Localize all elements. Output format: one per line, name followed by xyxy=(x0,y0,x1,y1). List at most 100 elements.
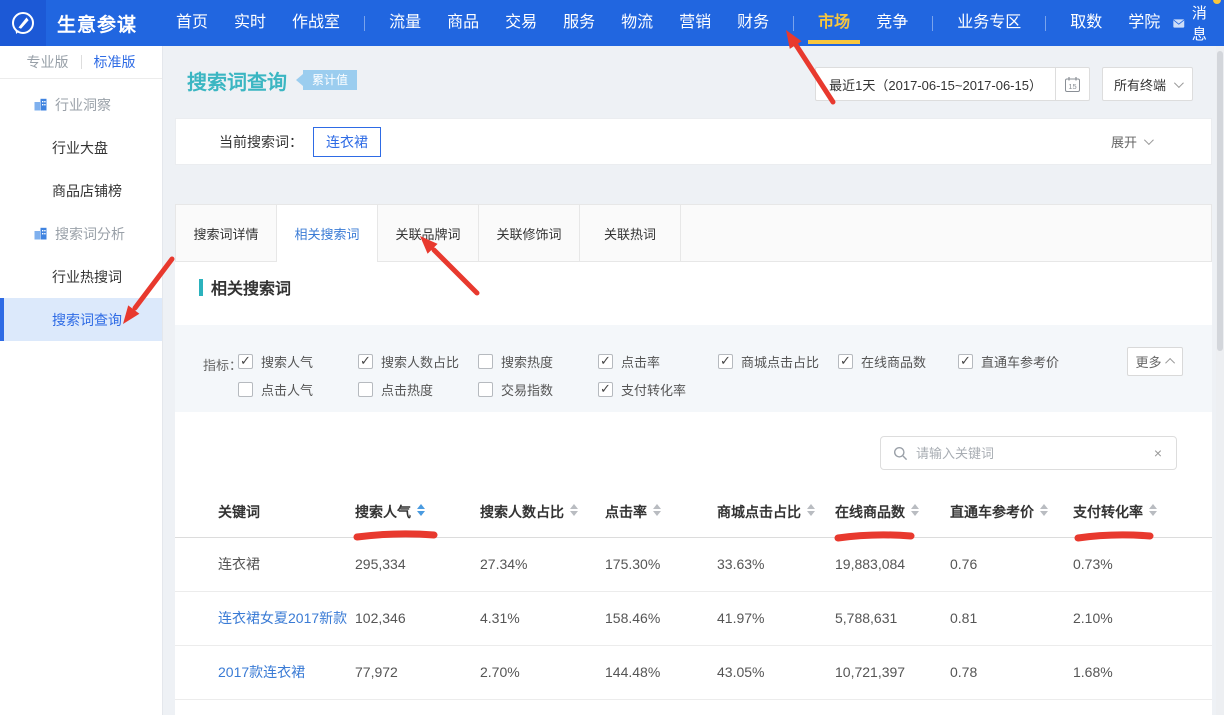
checkbox-checked[interactable] xyxy=(718,354,733,369)
col-header-online-products: 在线商品数 xyxy=(835,488,950,537)
sidebar-item-product-shop-rank[interactable]: 商品店铺榜 xyxy=(0,169,162,212)
sidebar-section-search-analysis: 搜索词分析 xyxy=(0,212,162,255)
section-header: 相关搜索词 xyxy=(199,275,291,299)
nav-item-trade[interactable]: 交易 xyxy=(492,0,550,46)
checkbox-unchecked[interactable] xyxy=(238,382,253,397)
nav-item-marketing[interactable]: 营销 xyxy=(666,0,724,46)
scrollbar-thumb[interactable] xyxy=(1217,51,1223,351)
nav-item-logistics[interactable]: 物流 xyxy=(608,0,666,46)
checkbox-checked[interactable] xyxy=(838,354,853,369)
top-navbar: 生意参谋 首页 实时 作战室 流量 商品 交易 服务 物流 营销 财务 市场 竞… xyxy=(0,0,1224,46)
nav-item-academy[interactable]: 学院 xyxy=(1115,0,1173,46)
nav-item-realtime[interactable]: 实时 xyxy=(221,0,279,46)
sort-icon[interactable] xyxy=(570,504,578,516)
metric-payment-conversion[interactable]: 支付转化率 xyxy=(598,380,718,399)
cell-value: 102,346 xyxy=(355,591,480,645)
tab-related-hot-words[interactable]: 关联热词 xyxy=(580,205,681,261)
nav-item-competition[interactable]: 竞争 xyxy=(863,0,921,46)
date-range-picker[interactable]: 最近1天（2017-06-15~2017-06-15） xyxy=(815,67,1056,101)
sidebar-item-industry-dashboard[interactable]: 行业大盘 xyxy=(0,126,162,169)
metric-trade-index[interactable]: 交易指数 xyxy=(478,380,598,399)
checkbox-unchecked[interactable] xyxy=(358,382,373,397)
cell-value: 0.73% xyxy=(1073,537,1212,591)
version-tab-standard[interactable]: 标准版 xyxy=(82,52,148,72)
cell-keyword-link: 连衣裙女夏2017新款 xyxy=(175,591,355,645)
cell-value: 10,721,397 xyxy=(835,645,950,699)
sidebar-item-search-word-query[interactable]: 搜索词查询 xyxy=(0,298,162,341)
keyword-search-input[interactable] xyxy=(916,446,1152,461)
metric-click-heat[interactable]: 点击热度 xyxy=(358,380,478,399)
calendar-button[interactable]: 15 xyxy=(1056,67,1090,101)
current-keyword-card: 当前搜索词： 连衣裙 展开 xyxy=(175,118,1212,165)
device-filter-dropdown[interactable]: 所有终端 xyxy=(1102,67,1193,101)
nav-item-service[interactable]: 服务 xyxy=(550,0,608,46)
keyword-tag[interactable]: 连衣裙 xyxy=(313,127,381,157)
clear-input-icon[interactable]: × xyxy=(1152,445,1164,461)
left-sidebar: 专业版 标准版 行业洞察 行业大盘 商品店铺榜 xyxy=(0,46,163,715)
checkbox-checked[interactable] xyxy=(598,382,613,397)
sort-icon[interactable] xyxy=(1040,504,1048,516)
table-row: 2017款连衣裙 77,972 2.70% 144.48% 43.05% 10,… xyxy=(175,645,1212,699)
chevron-down-icon xyxy=(1144,135,1154,145)
sidebar-section-label: 搜索词分析 xyxy=(55,224,125,244)
cell-value: 4.31% xyxy=(480,591,605,645)
message-button[interactable]: 消息 xyxy=(1173,2,1212,44)
cumulative-badge: 累计值 xyxy=(296,70,357,90)
header-controls: 最近1天（2017-06-15~2017-06-15） 15 所有终端 xyxy=(815,67,1193,101)
sort-icon[interactable] xyxy=(1149,504,1157,516)
sidebar-item-industry-hot-words[interactable]: 行业热搜词 xyxy=(0,255,162,298)
metric-search-heat[interactable]: 搜索热度 xyxy=(478,352,598,371)
metric-online-products[interactable]: 在线商品数 xyxy=(838,352,958,371)
nav-item-product[interactable]: 商品 xyxy=(434,0,492,46)
nav-item-traffic[interactable]: 流量 xyxy=(376,0,434,46)
col-header-keyword: 关键词 xyxy=(175,488,355,537)
nav-item-business-zone[interactable]: 业务专区 xyxy=(944,0,1034,46)
tab-strip: 搜索词详情 相关搜索词 关联品牌词 关联修饰词 关联热词 xyxy=(175,204,1212,262)
metrics-label: 指标： xyxy=(203,355,242,374)
nav-item-data-fetch[interactable]: 取数 xyxy=(1057,0,1115,46)
building-icon xyxy=(33,97,48,112)
checkbox-checked[interactable] xyxy=(598,354,613,369)
metric-ztc-ref-price[interactable]: 直通车参考价 xyxy=(958,352,1078,371)
checkbox-checked[interactable] xyxy=(238,354,253,369)
metric-search-popularity[interactable]: 搜索人气 xyxy=(238,352,358,371)
vertical-scrollbar[interactable] xyxy=(1216,46,1224,715)
sort-icon[interactable] xyxy=(653,504,661,516)
table-row: 连衣裙 295,334 27.34% 175.30% 33.63% 19,883… xyxy=(175,537,1212,591)
metric-mall-click-ratio[interactable]: 商城点击占比 xyxy=(718,352,838,371)
sidebar-section-label: 行业洞察 xyxy=(55,95,111,115)
metrics-row-2: 点击人气 点击热度 交易指数 支付转化率 xyxy=(238,380,718,399)
cell-value: 5,788,631 xyxy=(835,591,950,645)
version-tab-pro[interactable]: 专业版 xyxy=(15,52,81,72)
sort-icon[interactable] xyxy=(417,504,425,516)
tab-related-brand-words[interactable]: 关联品牌词 xyxy=(378,205,479,261)
tab-related-modifier-words[interactable]: 关联修饰词 xyxy=(479,205,580,261)
tab-related-search-words[interactable]: 相关搜索词 xyxy=(277,205,378,261)
col-header-click-rate: 点击率 xyxy=(605,488,717,537)
expand-toggle[interactable]: 展开 xyxy=(1111,132,1151,151)
col-header-ztc-ref-price: 直通车参考价 xyxy=(950,488,1073,537)
metrics-row-1: 搜索人气 搜索人数占比 搜索热度 点击率 商城点击占比 在线商品数 直通车参考价 xyxy=(238,352,1078,371)
results-table: 关键词 搜索人气 搜索人数占比 点击率 商城点击占比 在线商品数 直通车参考价 … xyxy=(175,488,1212,700)
svg-text:15: 15 xyxy=(1068,82,1076,91)
nav-item-market[interactable]: 市场 xyxy=(805,0,863,46)
nav-menu: 首页 实时 作战室 流量 商品 交易 服务 物流 营销 财务 市场 竞争 业务专… xyxy=(163,0,1173,46)
nav-item-warroom[interactable]: 作战室 xyxy=(279,0,353,46)
nav-item-finance[interactable]: 财务 xyxy=(724,0,782,46)
col-header-payment-conversion: 支付转化率 xyxy=(1073,488,1212,537)
tab-search-word-detail[interactable]: 搜索词详情 xyxy=(176,205,277,261)
checkbox-checked[interactable] xyxy=(958,354,973,369)
checkbox-unchecked[interactable] xyxy=(478,382,493,397)
metric-searcher-ratio[interactable]: 搜索人数占比 xyxy=(358,352,478,371)
col-header-searcher-ratio: 搜索人数占比 xyxy=(480,488,605,537)
metric-click-rate[interactable]: 点击率 xyxy=(598,352,718,371)
checkbox-checked[interactable] xyxy=(358,354,373,369)
sort-icon[interactable] xyxy=(807,504,815,516)
app-logo[interactable] xyxy=(0,0,46,46)
sort-icon[interactable] xyxy=(911,504,919,516)
checkbox-unchecked[interactable] xyxy=(478,354,493,369)
nav-item-home[interactable]: 首页 xyxy=(163,0,221,46)
metric-click-popularity[interactable]: 点击人气 xyxy=(238,380,358,399)
more-button[interactable]: 更多 xyxy=(1127,347,1183,376)
version-tabs: 专业版 标准版 xyxy=(0,46,162,79)
